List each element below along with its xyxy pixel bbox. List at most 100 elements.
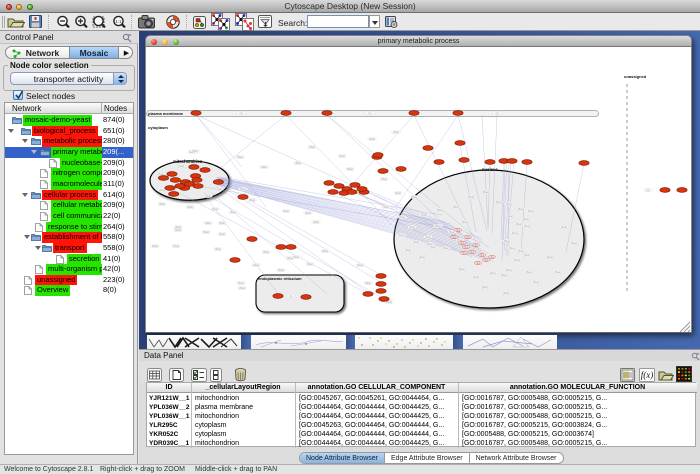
svg-text:cytoplasm: cytoplasm	[148, 125, 168, 130]
svg-text:(Sxx): (Sxx)	[369, 137, 375, 141]
svg-text:(Sxx): (Sxx)	[192, 149, 198, 153]
svg-text:(Sxx): (Sxx)	[212, 207, 218, 211]
svg-text:(Sxx): (Sxx)	[425, 235, 431, 239]
svg-text:(Sxx): (Sxx)	[399, 215, 405, 219]
svg-text:(Sxx): (Sxx)	[240, 187, 246, 191]
svg-text:(Sxx): (Sxx)	[365, 281, 371, 285]
svg-text:(Sxx): (Sxx)	[230, 210, 236, 214]
svg-text:(Sxx): (Sxx)	[413, 240, 419, 244]
svg-text:(Sxx): (Sxx)	[383, 205, 389, 209]
svg-text:(Sxx): (Sxx)	[483, 190, 490, 194]
svg-text:(Sxx): (Sxx)	[547, 255, 554, 259]
svg-text:(Sxx): (Sxx)	[459, 267, 466, 271]
svg-text:1:1: 1:1	[115, 19, 122, 24]
svg-text:(Sxx): (Sxx)	[307, 262, 313, 266]
svg-text:(Sxx): (Sxx)	[528, 209, 535, 213]
svg-text:(Sxx): (Sxx)	[322, 249, 328, 253]
svg-text:(Sxx): (Sxx)	[427, 242, 434, 246]
svg-text:(Sxx): (Sxx)	[518, 207, 525, 211]
svg-text:(Sx): (Sx)	[464, 246, 469, 249]
svg-text:(Sxx): (Sxx)	[409, 225, 415, 229]
svg-text:(Sxx): (Sxx)	[506, 268, 513, 272]
svg-text:(Sxx): (Sxx)	[263, 250, 269, 254]
svg-text:(Sxx): (Sxx)	[419, 255, 425, 259]
svg-text:(Sxx): (Sxx)	[561, 225, 568, 229]
svg-text:(Sx): (Sx)	[484, 259, 489, 262]
svg-text:(Sxx): (Sxx)	[178, 164, 184, 168]
svg-text:(Sxx): (Sxx)	[237, 155, 243, 159]
svg-text:(Sx): (Sx)	[470, 251, 475, 254]
svg-text:plasma membrane: plasma membrane	[148, 111, 184, 116]
svg-text:(Sx): (Sx)	[466, 236, 471, 239]
svg-text:mitochondrion: mitochondrion	[173, 159, 203, 164]
svg-text:(Sxx): (Sxx)	[253, 263, 259, 267]
svg-text:(Sxx): (Sxx)	[339, 154, 345, 158]
svg-text:(Sxx): (Sxx)	[347, 167, 353, 171]
svg-text:nucleus: nucleus	[482, 167, 498, 172]
svg-text:(Sx): (Sx)	[476, 262, 481, 265]
svg-text:(Sxx): (Sxx)	[395, 191, 401, 195]
svg-text:(Sxx): (Sxx)	[215, 247, 221, 251]
svg-text:(Sxx): (Sxx)	[283, 209, 289, 213]
svg-text:(Sxx): (Sxx)	[219, 221, 225, 225]
svg-text:(Sxx): (Sxx)	[381, 177, 387, 181]
svg-text:(Sxx): (Sxx)	[523, 217, 530, 221]
svg-text:(Sxx): (Sxx)	[571, 241, 578, 245]
svg-text:(Sxx): (Sxx)	[449, 230, 456, 234]
svg-text:(Sxx): (Sxx)	[516, 222, 523, 226]
svg-text:(Sxx): (Sxx)	[357, 263, 363, 267]
svg-text:(Sxx): (Sxx)	[473, 275, 480, 279]
svg-text:(Sx): (Sx)	[456, 229, 461, 232]
svg-text:(Sxx): (Sxx)	[173, 244, 179, 248]
svg-text:(Sxx): (Sxx)	[238, 281, 244, 285]
svg-text:(Sxx): (Sxx)	[293, 255, 299, 259]
svg-text:(Sxx): (Sxx)	[305, 211, 311, 215]
svg-text:(Sxx): (Sxx)	[405, 248, 411, 252]
svg-text:(Sxx): (Sxx)	[435, 224, 442, 228]
svg-text:(Sx): (Sx)	[462, 252, 467, 255]
svg-text:(Sxx): (Sxx)	[555, 270, 562, 274]
svg-text:(Sxx): (Sxx)	[309, 145, 315, 149]
svg-text:(x): (x)	[239, 111, 242, 115]
svg-text:(Sxx): (Sxx)	[278, 268, 284, 272]
svg-text:(Sxx): (Sxx)	[503, 291, 510, 295]
svg-text:(Sxx): (Sxx)	[524, 224, 531, 228]
svg-text:(Sxx): (Sxx)	[411, 195, 417, 199]
svg-text:(Sxx): (Sxx)	[437, 208, 444, 212]
svg-text:(Sxx): (Sxx)	[501, 273, 508, 277]
svg-text:(Sxx): (Sxx)	[313, 220, 319, 224]
svg-text:(Sxx): (Sxx)	[468, 195, 475, 199]
svg-text:(Sxx): (Sxx)	[512, 231, 519, 235]
svg-text:(Sxx): (Sxx)	[398, 233, 404, 237]
svg-text:(Sx): (Sx)	[490, 256, 495, 259]
svg-text:(Sxx): (Sxx)	[462, 220, 469, 224]
svg-text:(Sxx): (Sxx)	[490, 271, 497, 275]
svg-text:(Sxx): (Sxx)	[159, 188, 165, 192]
svg-text:(Sxx): (Sxx)	[482, 285, 489, 289]
svg-text:(Sxx): (Sxx)	[203, 230, 209, 234]
svg-text:(Sxx): (Sxx)	[239, 286, 245, 290]
svg-text:(Sxx): (Sxx)	[506, 202, 513, 206]
svg-text:(Sxx): (Sxx)	[205, 194, 211, 198]
svg-text:(Sxx): (Sxx)	[249, 198, 255, 202]
svg-text:(Sxx): (Sxx)	[295, 161, 301, 165]
svg-text:(Sxx): (Sxx)	[187, 205, 193, 209]
svg-text:(Sxx): (Sxx)	[152, 244, 158, 248]
svg-text:(Sxx): (Sxx)	[175, 228, 181, 232]
svg-text:(Sxx): (Sxx)	[443, 246, 450, 250]
svg-text:(x): (x)	[646, 188, 649, 192]
svg-text:endoplasmic reticulum: endoplasmic reticulum	[258, 276, 302, 281]
svg-text:(Sxx): (Sxx)	[159, 202, 165, 206]
svg-text:(Sxx): (Sxx)	[507, 214, 514, 218]
svg-text:(Sxx): (Sxx)	[453, 205, 460, 209]
svg-text:(x): (x)	[289, 294, 292, 298]
svg-text:(Sxx): (Sxx)	[205, 221, 211, 225]
svg-text:(Sxx): (Sxx)	[509, 246, 516, 250]
svg-text:(Sxx): (Sxx)	[504, 239, 511, 243]
svg-text:(Sxx): (Sxx)	[526, 270, 533, 274]
svg-text:(Sx): (Sx)	[480, 254, 485, 257]
svg-text:(Sxx): (Sxx)	[533, 280, 540, 284]
svg-text:(Sx): (Sx)	[460, 242, 465, 245]
svg-text:(Sxx): (Sxx)	[524, 253, 531, 257]
svg-text:(Sxx): (Sxx)	[261, 165, 267, 169]
